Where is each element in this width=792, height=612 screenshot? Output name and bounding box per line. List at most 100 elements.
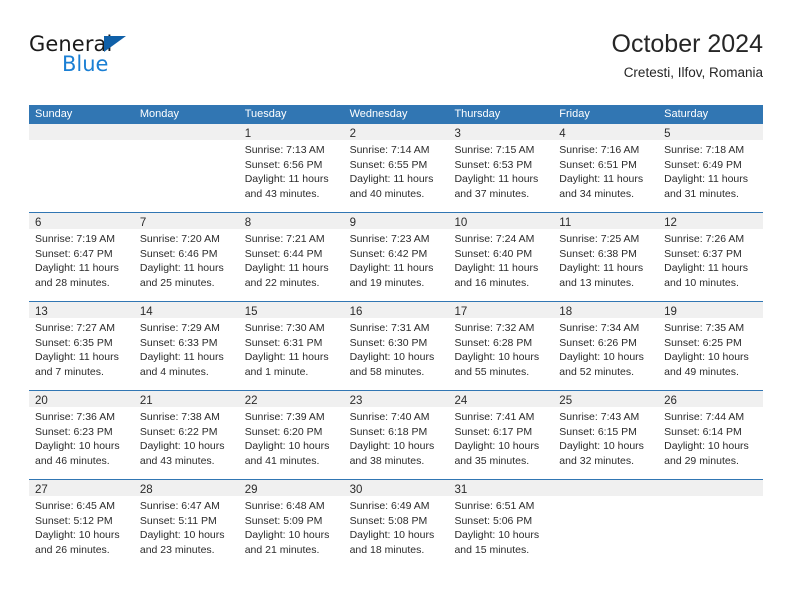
day-number: 4 bbox=[559, 128, 566, 140]
day-number: 3 bbox=[454, 128, 461, 140]
day-cell[interactable]: 3 Sunrise: 7:15 AM Sunset: 6:53 PM Daylight… bbox=[448, 124, 554, 212]
day-detail-list: Sunrise: 7:16 AM Sunset: 6:51 PM Daylight:… bbox=[553, 140, 658, 201]
daylight-line-1: Daylight: 11 hours bbox=[139, 262, 224, 274]
day-cell[interactable]: 4 Sunrise: 7:16 AM Sunset: 6:51 PM Daylight… bbox=[553, 124, 659, 212]
day-number-band: 25 bbox=[553, 391, 659, 407]
daylight-line-2: and 34 minutes. bbox=[559, 187, 635, 200]
day-number-band: 31 bbox=[448, 480, 554, 496]
daylight-line-1: Daylight: 11 hours bbox=[454, 262, 539, 274]
day-cell[interactable]: 5 Sunrise: 7:18 AM Sunset: 6:49 PM Daylight… bbox=[658, 124, 764, 212]
day-cell[interactable]: 25 Sunrise: 7:43 AM Sunset: 6:15 PM Dayligh… bbox=[553, 391, 659, 479]
day-detail-list: Sunrise: 7:31 AM Sunset: 6:30 PM Daylight:… bbox=[344, 318, 449, 379]
day-cell[interactable]: 29 Sunrise: 6:48 AM Sunset: 5:09 PM Dayligh… bbox=[238, 480, 344, 568]
day-cell[interactable]: 10 Sunrise: 7:24 AM Sunset: 6:40 PM Dayligh… bbox=[448, 213, 554, 301]
day-number-band: 2 bbox=[343, 124, 449, 140]
day-cell[interactable]: 6 Sunrise: 7:19 AM Sunset: 6:47 PM Daylight… bbox=[29, 213, 134, 301]
sunset-line: Sunset: 5:11 PM bbox=[139, 514, 217, 527]
sunrise-line: Sunrise: 7:18 AM bbox=[664, 144, 745, 156]
daylight-line-1: Daylight: 10 hours bbox=[559, 351, 644, 363]
day-cell[interactable]: 19 Sunrise: 7:35 AM Sunset: 6:25 PM Dayligh… bbox=[658, 302, 764, 390]
day-cell[interactable]: 1 Sunrise: 7:13 AM Sunset: 6:56 PM Daylight… bbox=[238, 124, 344, 212]
calendar-page: General Blue October 2024 Cretesti, Ilfo… bbox=[0, 0, 792, 612]
daylight-line-2: and 4 minutes. bbox=[139, 365, 209, 378]
day-detail-list: Sunrise: 6:51 AM Sunset: 5:06 PM Daylight:… bbox=[448, 496, 553, 557]
day-cell[interactable]: 24 Sunrise: 7:41 AM Sunset: 6:17 PM Dayligh… bbox=[448, 391, 554, 479]
day-detail-list: Sunrise: 7:34 AM Sunset: 6:26 PM Daylight:… bbox=[553, 318, 658, 379]
day-detail-list: Sunrise: 7:38 AM Sunset: 6:22 PM Daylight:… bbox=[134, 407, 239, 468]
day-cell[interactable]: 22 Sunrise: 7:39 AM Sunset: 6:20 PM Dayligh… bbox=[238, 391, 344, 479]
daylight-line-1: Daylight: 11 hours bbox=[664, 262, 749, 274]
day-number-band: 14 bbox=[133, 302, 239, 318]
daylight-line-2: and 26 minutes. bbox=[35, 543, 110, 556]
day-cell[interactable]: 23 Sunrise: 7:40 AM Sunset: 6:18 PM Dayligh… bbox=[343, 391, 449, 479]
day-cell[interactable]: 15 Sunrise: 7:30 AM Sunset: 6:31 PM Dayligh… bbox=[238, 302, 344, 390]
day-number: 16 bbox=[349, 306, 363, 318]
day-cell[interactable]: 27 Sunrise: 6:45 AM Sunset: 5:12 PM Dayligh… bbox=[29, 480, 134, 568]
day-number-band: 16 bbox=[343, 302, 449, 318]
day-number-band: 21 bbox=[133, 391, 239, 407]
day-cell[interactable]: 28 Sunrise: 6:47 AM Sunset: 5:11 PM Dayligh… bbox=[133, 480, 239, 568]
day-cell[interactable]: 14 Sunrise: 7:29 AM Sunset: 6:33 PM Dayligh… bbox=[133, 302, 239, 390]
sunset-line: Sunset: 6:49 PM bbox=[664, 158, 742, 171]
day-number: 13 bbox=[35, 306, 48, 318]
day-cell[interactable]: 31 Sunrise: 6:51 AM Sunset: 5:06 PM Dayligh… bbox=[448, 480, 554, 568]
day-cell[interactable]: 12 Sunrise: 7:26 AM Sunset: 6:37 PM Dayligh… bbox=[658, 213, 764, 301]
sunrise-line: Sunrise: 7:29 AM bbox=[139, 322, 220, 334]
day-cell[interactable]: 18 Sunrise: 7:34 AM Sunset: 6:26 PM Dayligh… bbox=[553, 302, 659, 390]
day-cell[interactable]: 26 Sunrise: 7:44 AM Sunset: 6:14 PM Dayligh… bbox=[658, 391, 764, 479]
sunrise-line: Sunrise: 7:36 AM bbox=[35, 411, 115, 423]
sunrise-line: Sunrise: 7:25 AM bbox=[559, 233, 640, 245]
daylight-line-1: Daylight: 10 hours bbox=[454, 440, 540, 452]
calendar-week-cells: 1 Sunrise: 7:13 AM Sunset: 6:56 PM Daylight… bbox=[29, 124, 764, 212]
day-cell[interactable]: 7 Sunrise: 7:20 AM Sunset: 6:46 PM Daylight… bbox=[133, 213, 239, 301]
daylight-line-2: and 49 minutes. bbox=[664, 365, 739, 378]
title-block: October 2024 Cretesti, Ilfov, Romania bbox=[612, 28, 764, 83]
sunrise-line: Sunrise: 7:19 AM bbox=[35, 233, 115, 245]
sunset-line: Sunset: 6:33 PM bbox=[139, 336, 218, 349]
daylight-line-1: Daylight: 11 hours bbox=[664, 173, 749, 185]
daylight-line-2: and 52 minutes. bbox=[559, 365, 635, 378]
day-detail-list: Sunrise: 7:13 AM Sunset: 6:56 PM Daylight:… bbox=[239, 140, 344, 201]
day-cell-empty bbox=[133, 124, 239, 212]
daylight-line-1: Daylight: 10 hours bbox=[454, 529, 540, 541]
day-cell[interactable]: 2 Sunrise: 7:14 AM Sunset: 6:55 PM Daylight… bbox=[343, 124, 449, 212]
daylight-line-1: Daylight: 10 hours bbox=[664, 351, 749, 363]
day-cell[interactable]: 9 Sunrise: 7:23 AM Sunset: 6:42 PM Daylight… bbox=[343, 213, 449, 301]
brand-logo[interactable]: General Blue bbox=[29, 32, 249, 88]
day-detail-list bbox=[658, 496, 763, 499]
sunrise-line: Sunrise: 6:45 AM bbox=[35, 500, 115, 512]
day-number: 15 bbox=[244, 306, 258, 318]
day-cell[interactable]: 16 Sunrise: 7:31 AM Sunset: 6:30 PM Dayligh… bbox=[343, 302, 449, 390]
day-number-band: 4 bbox=[553, 124, 659, 140]
day-cell[interactable]: 11 Sunrise: 7:25 AM Sunset: 6:38 PM Dayligh… bbox=[553, 213, 659, 301]
day-cell[interactable]: 8 Sunrise: 7:21 AM Sunset: 6:44 PM Daylight… bbox=[238, 213, 344, 301]
day-cell[interactable]: 21 Sunrise: 7:38 AM Sunset: 6:22 PM Dayligh… bbox=[133, 391, 239, 479]
daylight-line-1: Daylight: 11 hours bbox=[349, 262, 434, 274]
calendar-week-row: 1 Sunrise: 7:13 AM Sunset: 6:56 PM Daylight… bbox=[29, 124, 764, 212]
day-number-band bbox=[133, 124, 239, 140]
day-cell[interactable]: 30 Sunrise: 6:49 AM Sunset: 5:08 PM Dayligh… bbox=[343, 480, 449, 568]
day-detail-list: Sunrise: 7:15 AM Sunset: 6:53 PM Daylight:… bbox=[448, 140, 553, 201]
day-number: 11 bbox=[559, 217, 572, 229]
sunset-line: Sunset: 6:25 PM bbox=[664, 336, 742, 349]
day-detail-list: Sunrise: 7:23 AM Sunset: 6:42 PM Daylight:… bbox=[344, 229, 449, 290]
day-number-band: 11 bbox=[553, 213, 659, 229]
sunrise-line: Sunrise: 7:40 AM bbox=[349, 411, 430, 423]
sunset-line: Sunset: 6:51 PM bbox=[559, 158, 637, 171]
weekday-header-friday: Friday bbox=[559, 108, 590, 120]
day-detail-list: Sunrise: 7:18 AM Sunset: 6:49 PM Daylight:… bbox=[658, 140, 763, 201]
day-number: 12 bbox=[664, 217, 677, 229]
day-cell[interactable]: 20 Sunrise: 7:36 AM Sunset: 6:23 PM Dayligh… bbox=[29, 391, 134, 479]
day-number: 26 bbox=[664, 395, 677, 407]
weekday-header-saturday: Saturday bbox=[664, 108, 709, 120]
daylight-line-1: Daylight: 10 hours bbox=[35, 529, 120, 541]
day-number: 29 bbox=[244, 484, 258, 496]
day-number: 1 bbox=[244, 128, 252, 140]
page-subtitle: Cretesti, Ilfov, Romania bbox=[623, 65, 763, 80]
day-cell[interactable]: 13 Sunrise: 7:27 AM Sunset: 6:35 PM Dayligh… bbox=[29, 302, 134, 390]
sunrise-line: Sunrise: 7:24 AM bbox=[454, 233, 535, 245]
weekday-header-row: Sunday Monday Tuesday Wednesday Thursday Frid… bbox=[29, 105, 763, 124]
day-detail-list: Sunrise: 7:19 AM Sunset: 6:47 PM Daylight:… bbox=[29, 229, 134, 290]
day-cell[interactable]: 17 Sunrise: 7:32 AM Sunset: 6:28 PM Dayligh… bbox=[448, 302, 554, 390]
day-detail-list: Sunrise: 7:35 AM Sunset: 6:25 PM Daylight:… bbox=[658, 318, 763, 379]
